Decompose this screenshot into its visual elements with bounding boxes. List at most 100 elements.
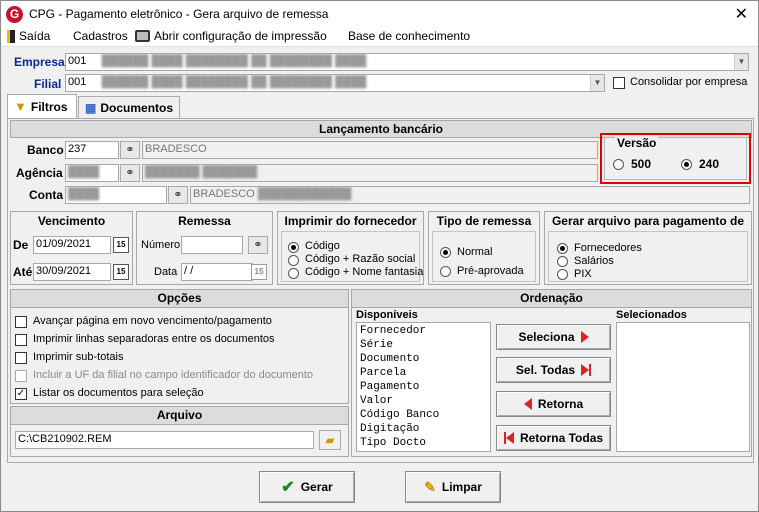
conta-code-field[interactable]: ████ <box>65 186 167 204</box>
tipo-normal-radio[interactable] <box>440 247 451 258</box>
close-icon[interactable]: ✕ <box>735 4 748 24</box>
menu-saida[interactable]: Saída <box>7 29 50 43</box>
list-item[interactable]: Digitação <box>360 422 487 436</box>
printer-icon <box>135 30 150 42</box>
seleciona-button[interactable]: Seleciona <box>496 324 611 350</box>
gerar-salarios-radio[interactable] <box>557 256 568 267</box>
selecionados-list[interactable] <box>616 322 750 452</box>
gerar-fornecedores-radio[interactable] <box>557 243 568 254</box>
imprimir-codigo-label: Código <box>305 240 340 252</box>
list-item[interactable]: Documento <box>360 352 487 366</box>
tipo-remessa-title: Tipo de remessa <box>436 214 532 228</box>
opcao-linhas-label: Imprimir linhas separadoras entre os doc… <box>33 333 275 345</box>
opcao-avancar-checkbox[interactable] <box>15 316 27 328</box>
calendar-icon[interactable]: 15 <box>113 237 129 253</box>
conta-bank-name: BRADESCO <box>193 188 255 200</box>
title-bar: G CPG - Pagamento eletrônico - Gera arqu… <box>1 1 758 27</box>
arrow-left-icon <box>523 398 532 410</box>
conta-bank-field: BRADESCO ████████████ <box>190 186 750 204</box>
opcao-uf-label: Incluir a UF da filial no campo identifi… <box>33 369 314 381</box>
calendar-icon[interactable]: 15 <box>251 264 267 280</box>
conta-label: Conta <box>29 188 63 202</box>
opcao-subtotais-checkbox[interactable] <box>15 352 27 364</box>
agencia-name-field: ███████ ███████ <box>142 164 598 182</box>
agencia-label: Agência <box>16 166 63 180</box>
tab-documentos[interactable]: ▦ Documentos <box>78 96 180 118</box>
gerar-label: Gerar <box>300 480 333 494</box>
opcao-linhas-checkbox[interactable] <box>15 334 27 346</box>
list-item[interactable]: Fornecedor <box>360 324 487 338</box>
tab-filtros[interactable]: ▼ Filtros <box>7 94 77 118</box>
retorna-todas-button[interactable]: Retorna Todas <box>496 425 611 451</box>
tipo-preaprovada-radio[interactable] <box>440 266 451 277</box>
imprimir-codigo-radio[interactable] <box>288 242 299 253</box>
list-item[interactable]: Código Banco <box>360 408 487 422</box>
remessa-numero-label: Número <box>141 239 181 251</box>
vencimento-de-field[interactable]: 01/09/2021 <box>33 236 111 254</box>
list-item[interactable]: Pagamento <box>360 380 487 394</box>
menu-abrir-configuracao[interactable]: Abrir configuração de impressão <box>135 29 327 43</box>
arquivo-group: Arquivo C:\CB210902.REM ▰ <box>10 406 349 457</box>
calendar-icon[interactable]: 15 <box>113 264 129 280</box>
list-item[interactable]: Parcela <box>360 366 487 380</box>
chevron-down-icon[interactable]: ▼ <box>590 75 604 91</box>
tab-documentos-label: Documentos <box>100 100 174 115</box>
checkmark-icon: ✔ <box>281 479 295 496</box>
limpar-button[interactable]: ✎ Limpar <box>405 471 501 503</box>
consolidar-label: Consolidar por empresa <box>630 76 748 88</box>
table-icon: ▦ <box>85 100 97 115</box>
vencimento-ate-field[interactable]: 30/09/2021 <box>33 263 111 281</box>
menu-base-conhecimento[interactable]: Base de conhecimento <box>348 29 470 43</box>
filial-value: 001 <box>68 76 87 88</box>
agencia-code-field[interactable]: ████ <box>65 164 119 182</box>
imprimir-fantasia-radio[interactable] <box>288 268 299 279</box>
filial-combo[interactable]: 001 ██████ ████ ████████ ██ ████████ ███… <box>65 74 605 92</box>
list-item[interactable]: Série <box>360 338 487 352</box>
empresa-combo[interactable]: 001 ██████ ████ ████████ ██ ████████ ███… <box>65 53 749 71</box>
list-item[interactable]: Valor <box>360 394 487 408</box>
menu-abrir-configuracao-label: Abrir configuração de impressão <box>154 29 327 43</box>
arquivo-path-field[interactable]: C:\CB210902.REM <box>15 431 314 449</box>
gerar-arquivo-group: Gerar arquivo para pagamento de Forneced… <box>544 211 752 285</box>
menu-base-conhecimento-label: Base de conhecimento <box>348 29 471 43</box>
imprimir-fantasia-label: Código + Nome fantasia <box>305 266 424 278</box>
versao-highlight-box <box>600 133 751 184</box>
gerar-button[interactable]: ✔ Gerar <box>259 471 355 503</box>
conta-code-redacted: ████ <box>68 188 100 200</box>
gerar-pix-radio[interactable] <box>557 269 568 280</box>
filial-label: Filial <box>34 77 62 91</box>
chevron-down-icon[interactable]: ▼ <box>734 54 748 70</box>
empresa-label: Empresa <box>14 55 65 69</box>
vencimento-group: Vencimento De 01/09/2021 15 Até 30/09/20… <box>10 211 133 285</box>
filter-icon: ▼ <box>14 99 27 114</box>
tipo-remessa-group: Tipo de remessa Normal Pré-aprovada <box>428 211 540 285</box>
opcao-uf-checkbox[interactable] <box>15 370 27 382</box>
sel-todas-button[interactable]: Sel. Todas <box>496 357 611 383</box>
opcao-listar-checkbox[interactable]: ✓ <box>15 388 27 400</box>
remessa-numero-field[interactable] <box>181 236 243 254</box>
imprimir-razao-radio[interactable] <box>288 255 299 266</box>
ordenacao-title: Ordenação <box>352 290 751 308</box>
tipo-preaprovada-label: Pré-aprovada <box>457 265 524 277</box>
ordenacao-group: Ordenação Disponíveis Fornecedor Série D… <box>351 289 752 457</box>
folder-open-icon[interactable]: ▰ <box>319 430 341 450</box>
empresa-name-redacted: ██████ ████ ████████ ██ ████████ ████ <box>89 55 367 67</box>
binoculars-icon[interactable]: ⚭ <box>120 141 140 159</box>
agencia-name-redacted: ███████ ███████ <box>145 166 258 178</box>
list-item[interactable]: Tipo Docto <box>360 436 487 450</box>
menu-cadastros[interactable]: Cadastros <box>73 29 128 43</box>
binoculars-icon[interactable]: ⚭ <box>248 236 268 254</box>
opcoes-group: Opções Avançar página em novo vencimento… <box>10 289 349 404</box>
disponiveis-list[interactable]: Fornecedor Série Documento Parcela Pagam… <box>356 322 491 452</box>
banco-code-field[interactable]: 237 <box>65 141 119 159</box>
binoculars-icon[interactable]: ⚭ <box>120 164 140 182</box>
binoculars-icon[interactable]: ⚭ <box>168 186 188 204</box>
empresa-value: 001 <box>68 55 87 67</box>
remessa-data-field[interactable]: / / <box>181 263 253 281</box>
retorna-button[interactable]: Retorna <box>496 391 611 417</box>
selecionados-label: Selecionados <box>616 309 687 321</box>
consolidar-checkbox[interactable] <box>613 77 625 89</box>
menu-saida-label: Saída <box>19 29 51 43</box>
remessa-data-label: Data <box>154 266 178 278</box>
opcoes-title: Opções <box>11 290 348 308</box>
